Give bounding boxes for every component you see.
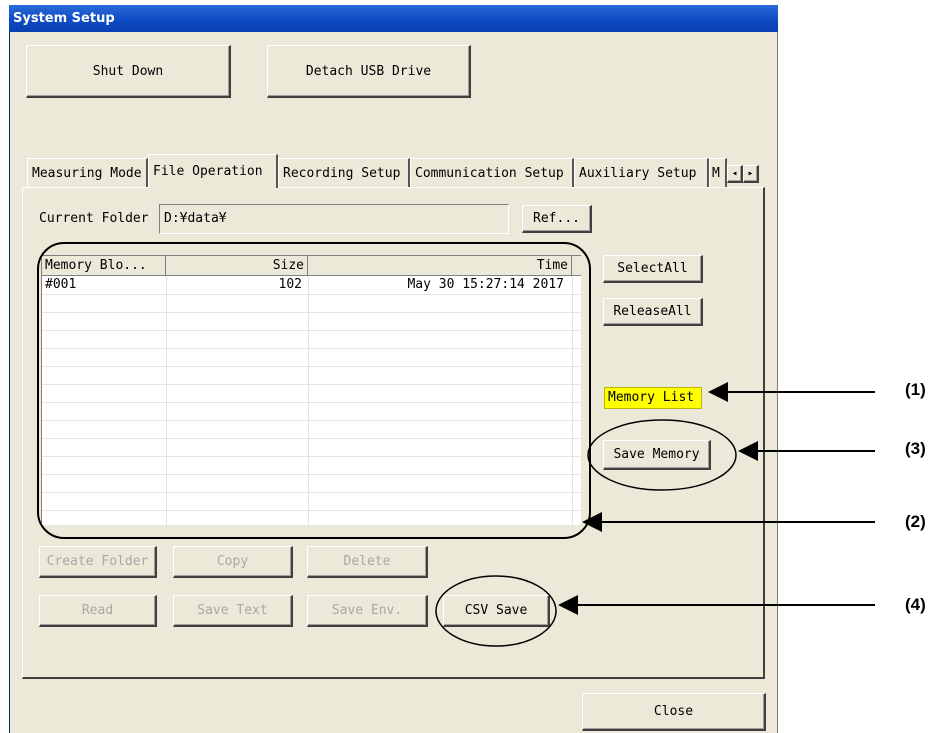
tab-file-operation[interactable]: File Operation xyxy=(148,154,278,188)
callout-ellipse-save-memory xyxy=(587,419,737,491)
callout-label-4: (4) xyxy=(905,595,926,614)
callout-label-2: (2) xyxy=(905,512,926,531)
callout-label-3: (3) xyxy=(905,439,926,458)
callout-outline-list xyxy=(37,242,591,539)
callout-ellipse-csv-save xyxy=(435,575,557,647)
callout-label-1: (1) xyxy=(905,380,926,399)
annotation-overlay xyxy=(37,242,875,647)
